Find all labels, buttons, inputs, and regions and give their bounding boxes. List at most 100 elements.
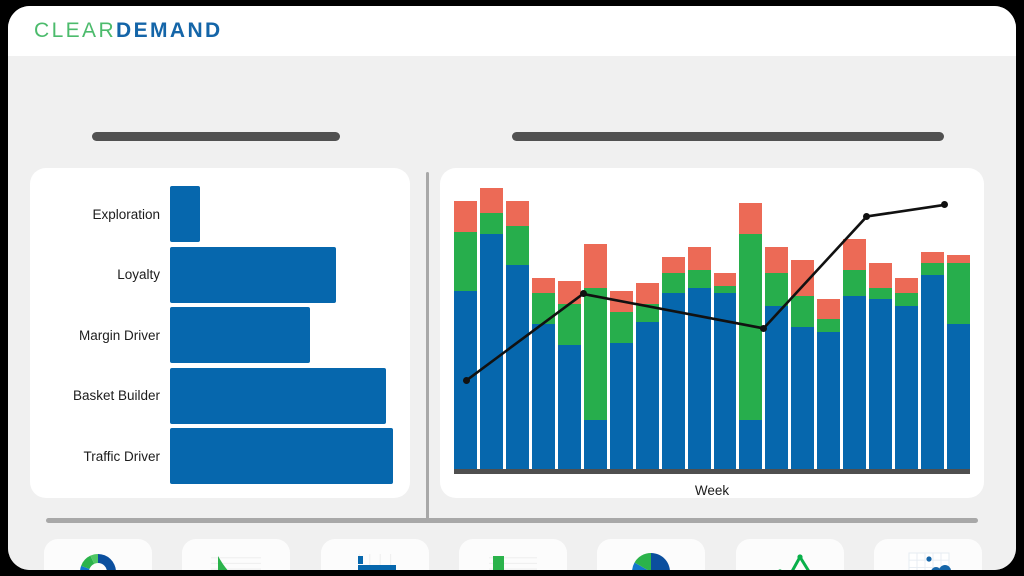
stacked-bar[interactable]	[817, 298, 841, 469]
stacked-bar-segment	[869, 262, 893, 289]
stacked-bar-segment	[765, 306, 789, 469]
hbar-track	[170, 246, 400, 303]
left-report-title-placeholder	[92, 132, 340, 141]
stacked-bar[interactable]	[921, 252, 945, 469]
stacked-bar-segment	[869, 288, 893, 299]
hbar-value-bar[interactable]	[170, 428, 394, 484]
stacked-bar[interactable]	[765, 247, 789, 469]
right-report-title-placeholder	[512, 132, 944, 141]
hbar-value-bar[interactable]	[170, 307, 311, 363]
hbar-row: Basket Builder	[40, 367, 400, 424]
stacked-bar[interactable]	[843, 239, 867, 469]
stacked-bar-segment	[895, 278, 919, 294]
stacked-bar[interactable]	[869, 262, 893, 469]
stacked-bar[interactable]	[505, 200, 529, 469]
stacked-bar-segment	[661, 272, 685, 294]
stacked-bar-segment	[531, 324, 555, 469]
stacked-bar[interactable]	[479, 187, 503, 469]
hbar-value-bar[interactable]	[170, 186, 200, 242]
hbar-track	[170, 367, 400, 424]
stacked-bar[interactable]	[635, 283, 659, 469]
stacked-bar-segment	[609, 290, 633, 312]
stacked-bar[interactable]	[531, 278, 555, 469]
hbar-row: Exploration	[40, 186, 400, 242]
stacked-bar[interactable]	[739, 203, 763, 469]
stacked-bar-segment	[921, 275, 945, 469]
trend-line-marker	[760, 324, 768, 332]
x-axis-label: Week	[694, 483, 730, 498]
stacked-bar-segment	[713, 293, 737, 469]
stacked-bar-segment	[817, 298, 841, 320]
stacked-bar-segment	[479, 187, 503, 214]
stacked-bar-segment	[713, 272, 737, 286]
stacked-bar-segment	[739, 419, 763, 469]
stacked-bar-segment	[635, 303, 659, 322]
chart-type-card-line-chart[interactable]	[735, 539, 844, 570]
stacked-bar-segment	[791, 296, 815, 328]
hbar-row: Margin Driver	[40, 307, 400, 363]
stacked-bar[interactable]	[583, 244, 607, 469]
application-window: CLEARDEMAND Exploration Loyalty Margin Dri…	[8, 6, 1016, 570]
bubble-scatter-chart-icon	[895, 550, 961, 570]
stacked-bar-segment	[817, 332, 841, 469]
stacked-bar-segment	[661, 257, 685, 273]
stacked-bar-segment	[635, 321, 659, 469]
stacked-bar-segment	[661, 293, 685, 469]
stacked-bar-segment	[895, 293, 919, 307]
stacked-bar-segment	[895, 306, 919, 469]
stacked-bar-segment	[479, 234, 503, 469]
stacked-bar-segment	[505, 200, 529, 227]
hbar-row: Loyalty	[40, 246, 400, 303]
stacked-bar-segment	[635, 283, 659, 304]
stacked-bar[interactable]	[454, 200, 477, 469]
brand-logo-clear: CLEAR	[34, 19, 117, 42]
chart-type-card-column-chart[interactable]	[458, 539, 567, 570]
stacked-bar[interactable]	[609, 290, 633, 469]
stacked-bar-segment	[557, 303, 581, 346]
hbar-value-bar[interactable]	[170, 367, 387, 424]
hbar-value-bar[interactable]	[170, 246, 336, 303]
role-bar-chart: Exploration Loyalty Margin Driver Basket Bu…	[30, 168, 410, 498]
chart-type-card-pie-chart[interactable]	[597, 539, 706, 570]
stacked-bar-segment	[921, 262, 945, 276]
stacked-bar-segment	[765, 272, 789, 307]
weekly-stacked-chart-panel[interactable]: Week	[440, 168, 984, 498]
stacked-bar-segment	[479, 213, 503, 235]
stacked-bar[interactable]	[661, 257, 685, 469]
hbar-category-label: Loyalty	[117, 267, 160, 282]
stacked-bar[interactable]	[557, 280, 581, 469]
stacked-bars-container	[454, 182, 971, 469]
role-bar-chart-panel[interactable]: Exploration Loyalty Margin Driver Basket Bu…	[30, 168, 410, 498]
hbar-category-label: Exploration	[92, 206, 160, 222]
stacked-bar-segment	[739, 234, 763, 420]
stacked-bar[interactable]	[791, 259, 815, 469]
stacked-bar-segment	[687, 270, 711, 289]
stacked-bar-segment	[583, 419, 607, 469]
chart-type-card-donut-chart[interactable]	[44, 539, 152, 570]
stacked-bar[interactable]	[947, 254, 971, 469]
stacked-bar-segment	[505, 226, 529, 266]
stacked-bar-segment	[843, 296, 867, 469]
hbar-category-label: Margin Driver	[78, 327, 160, 343]
stacked-bar-segment	[843, 239, 867, 271]
stacked-bar-segment	[921, 252, 945, 263]
stacked-bar[interactable]	[895, 278, 919, 469]
stacked-bar[interactable]	[713, 272, 737, 469]
stacked-bar-segment	[739, 203, 763, 235]
stacked-bar-segment	[583, 244, 607, 289]
dashboard-body: Exploration Loyalty Margin Driver Basket Bu…	[8, 56, 1016, 570]
hbar-track	[170, 307, 400, 363]
stacked-bar-segment	[454, 200, 477, 232]
hbar-track	[170, 186, 400, 242]
chart-type-card-bubble-scatter-chart[interactable]	[873, 539, 982, 570]
chart-type-card-horizontal-bar-chart[interactable]	[320, 539, 429, 570]
hbar-category-label: Traffic Driver	[83, 448, 160, 464]
stacked-bar-segment	[843, 270, 867, 297]
stacked-bar[interactable]	[687, 247, 711, 469]
stacked-bar-segment	[557, 280, 581, 304]
stacked-bar-segment	[557, 345, 581, 469]
chart-type-card-area-decay-chart[interactable]	[182, 539, 291, 570]
hbar-row: Traffic Driver	[40, 428, 400, 484]
stacked-bar-segment	[687, 247, 711, 271]
stacked-bar-segment	[765, 247, 789, 273]
